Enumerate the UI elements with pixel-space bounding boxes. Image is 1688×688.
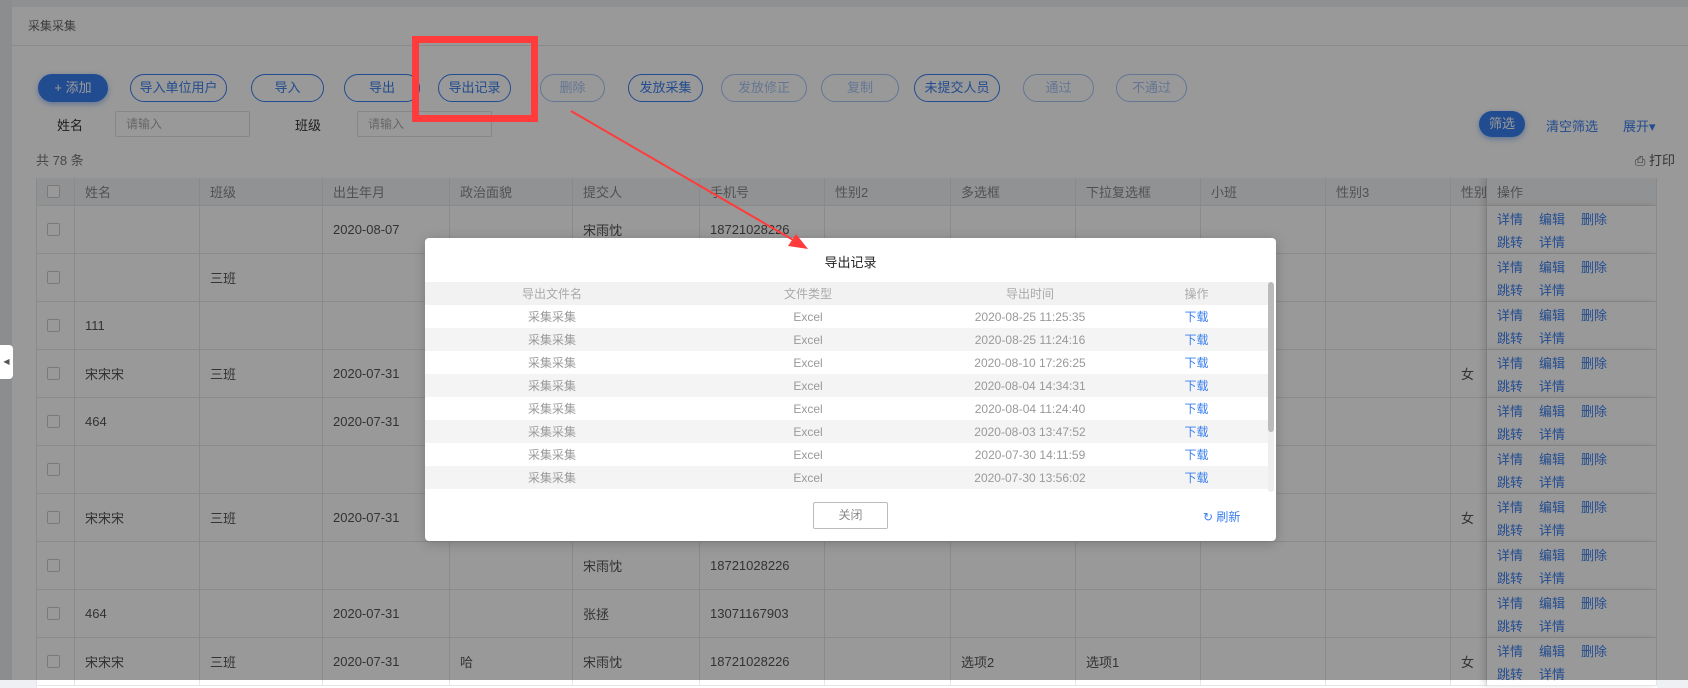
collapse-sidebar-icon[interactable]: ◀ — [0, 345, 13, 379]
annotation-arrow — [570, 110, 808, 249]
